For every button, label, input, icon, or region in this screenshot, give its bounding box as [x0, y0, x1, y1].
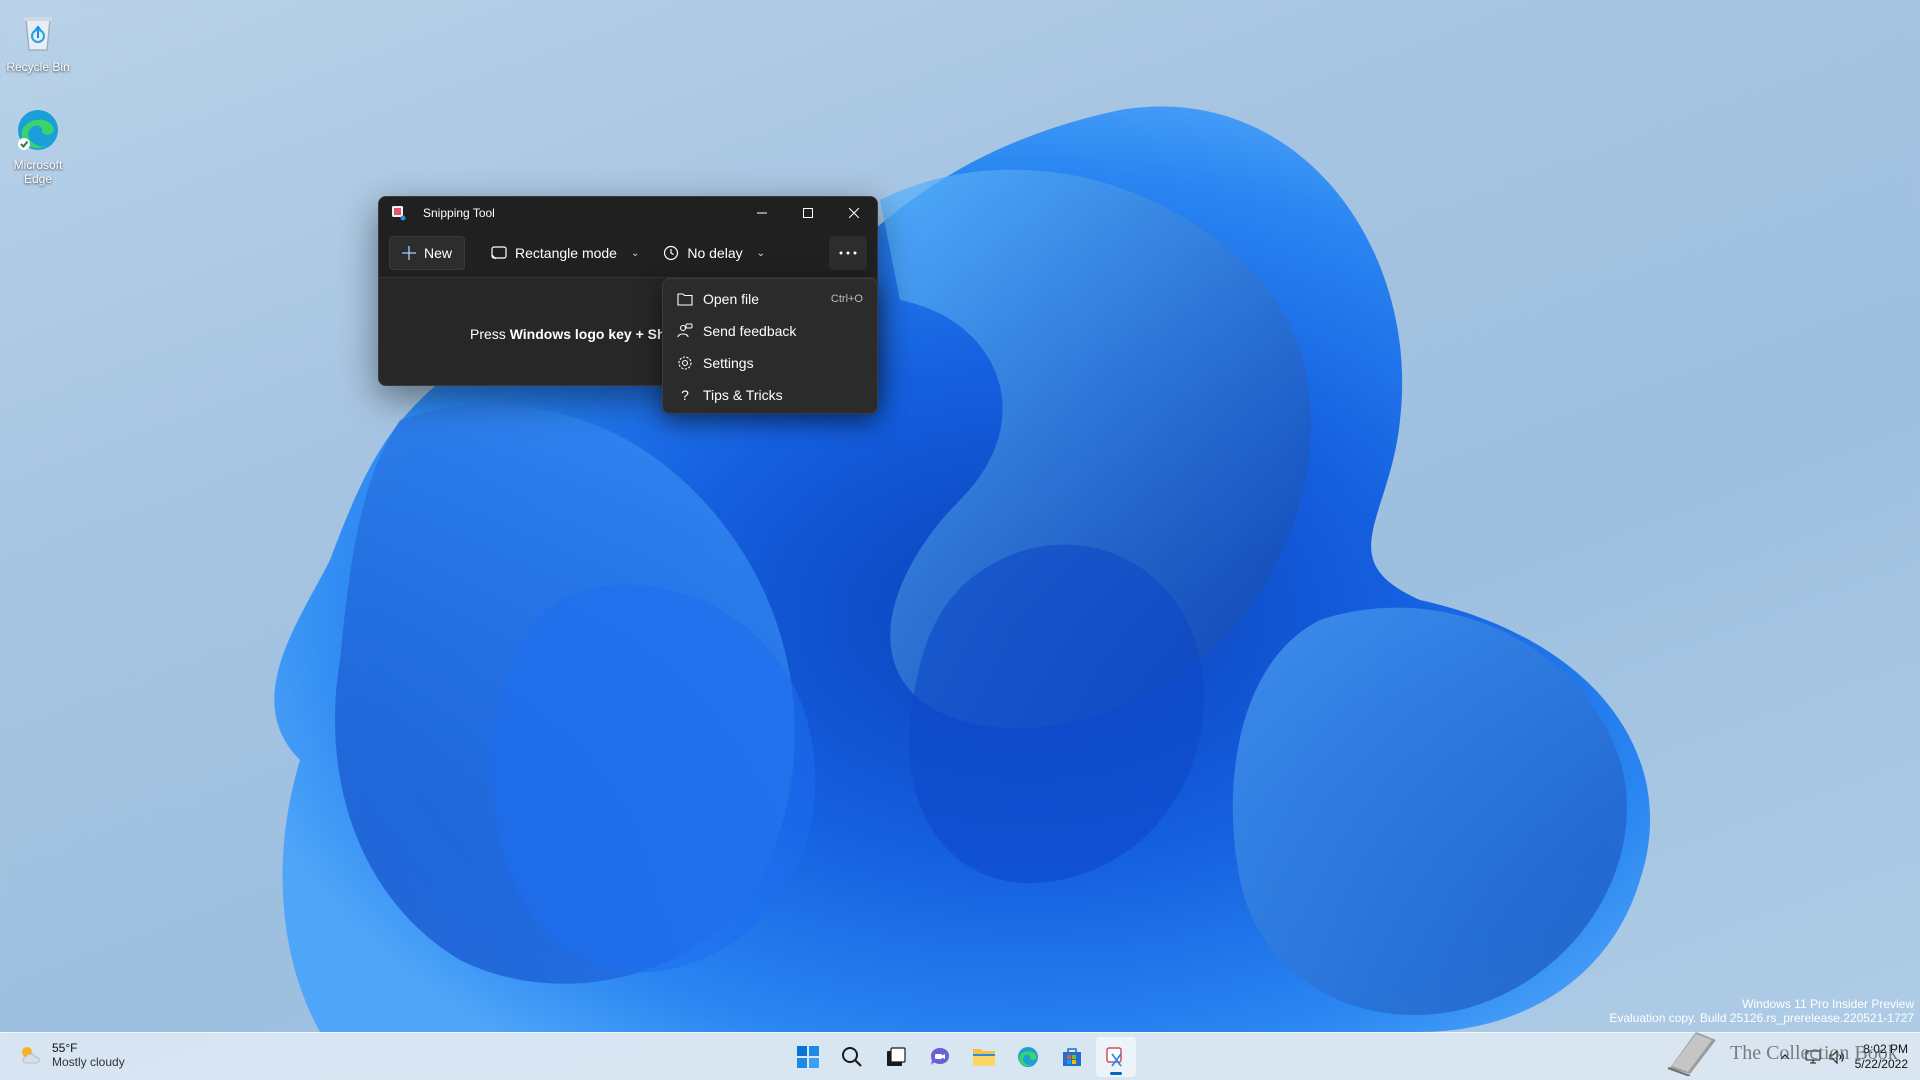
gear-icon: [678, 356, 692, 370]
wallpaper-bloom: [274, 106, 1651, 1032]
watermark-line1: Windows 11 Pro Insider Preview: [1742, 997, 1914, 1011]
title-bar[interactable]: Snipping Tool: [379, 197, 877, 229]
minimize-icon: [757, 212, 767, 214]
book-icon: [1667, 1032, 1716, 1076]
delay-label: No delay: [687, 245, 743, 261]
menu-item-label: Tips & Tricks: [703, 387, 783, 403]
feedback-icon: [677, 323, 693, 338]
rectangle-mode-icon: [491, 246, 507, 260]
close-button[interactable]: [831, 197, 877, 229]
weather-condition: Mostly cloudy: [52, 1055, 125, 1069]
desktop-icon-edge[interactable]: Microsoft Edge: [0, 106, 76, 186]
new-button[interactable]: New: [389, 236, 466, 270]
menu-item-send-feedback[interactable]: Send feedback: [667, 315, 873, 347]
chevron-down-icon: ⌄: [630, 247, 640, 259]
menu-item-label: Settings: [703, 355, 754, 371]
search-icon: [842, 1047, 862, 1067]
brand-overlay: The Collection Book: [1666, 1030, 1898, 1076]
edge-icon: [18, 110, 58, 150]
hint-prefix: Press: [470, 326, 510, 342]
build-watermark: Windows 11 Pro Insider Preview Evaluatio…: [1609, 997, 1914, 1025]
question-icon: ?: [681, 387, 689, 403]
search-button[interactable]: [832, 1037, 872, 1077]
snipping-tool-icon: [392, 206, 406, 221]
taskbar: 55°F Mostly cloudy 8:02 PM 5/22/2022: [0, 1032, 1920, 1080]
desktop-icon-label: Recycle Bin: [6, 60, 70, 74]
watermark-line2: Evaluation copy. Build 25126.rs_prerelea…: [1609, 1011, 1914, 1025]
folder-icon: [677, 293, 693, 306]
file-explorer-button[interactable]: [964, 1037, 1004, 1077]
taskbar-apps: [788, 1037, 1136, 1077]
desktop-icon-label: Microsoft Edge: [13, 158, 63, 186]
maximize-icon: [803, 208, 813, 218]
more-options-button[interactable]: [829, 236, 867, 270]
more-options-menu: Open file Ctrl+O Send feedback Settings …: [662, 278, 878, 414]
start-icon: [797, 1046, 819, 1068]
menu-item-label: Send feedback: [703, 323, 797, 339]
task-view-button[interactable]: [876, 1037, 916, 1077]
cloud-sun-icon: [22, 1047, 40, 1064]
shortcut-hint: Press Windows logo key + Shi: [470, 326, 669, 342]
clock-icon: [664, 245, 679, 261]
desktop-icon-recycle-bin[interactable]: Recycle Bin: [0, 8, 76, 74]
hint-shortcut: Windows logo key + Shi: [509, 326, 670, 342]
close-icon: [849, 208, 859, 218]
recycle-bin-icon: [24, 17, 52, 51]
minimize-button[interactable]: [739, 197, 785, 229]
menu-item-settings[interactable]: Settings: [667, 347, 873, 379]
plus-icon: [402, 246, 416, 260]
edge-icon: [1018, 1047, 1038, 1067]
new-button-label: New: [424, 245, 453, 261]
edge-button[interactable]: [1008, 1037, 1048, 1077]
menu-item-label: Open file: [703, 291, 760, 307]
toolbar: New Rectangle mode ⌄ No delay ⌄: [379, 229, 877, 277]
chat-icon: [931, 1048, 949, 1065]
maximize-button[interactable]: [785, 197, 831, 229]
file-explorer-icon: [973, 1049, 995, 1066]
snipping-tool-icon: [1106, 1047, 1122, 1067]
start-button[interactable]: [788, 1037, 828, 1077]
weather-temperature: 55°F: [52, 1041, 78, 1055]
menu-item-tips-tricks[interactable]: ? Tips & Tricks: [667, 379, 873, 411]
delay-dropdown[interactable]: No delay ⌄: [651, 236, 777, 270]
more-icon: [839, 251, 857, 255]
menu-item-open-file[interactable]: Open file Ctrl+O: [667, 283, 873, 315]
snip-mode-label: Rectangle mode: [515, 245, 617, 261]
snipping-tool-taskbar-button[interactable]: [1096, 1037, 1136, 1077]
task-view-icon: [887, 1047, 906, 1066]
brand-overlay-text: The Collection Book: [1730, 1041, 1898, 1064]
menu-shortcut: Ctrl+O: [830, 293, 863, 305]
snip-mode-dropdown[interactable]: Rectangle mode ⌄: [479, 236, 651, 270]
window-title: Snipping Tool: [423, 206, 495, 220]
weather-widget[interactable]: 55°F Mostly cloudy: [18, 1041, 125, 1069]
store-icon: [1063, 1048, 1081, 1066]
chevron-down-icon: ⌄: [756, 247, 766, 259]
chat-button[interactable]: [920, 1037, 960, 1077]
store-button[interactable]: [1052, 1037, 1092, 1077]
